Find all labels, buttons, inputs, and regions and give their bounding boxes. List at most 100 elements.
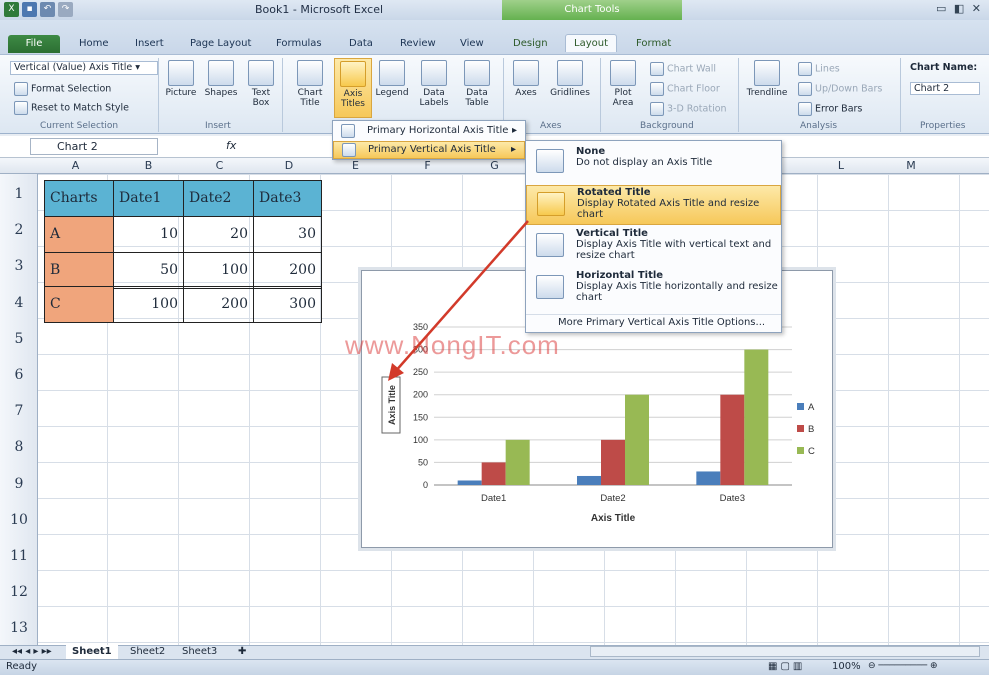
sheet-nav-icon[interactable]: ◂◂ ◂ ▸ ▸▸: [6, 645, 58, 659]
tab-insert[interactable]: Insert: [135, 38, 164, 49]
excel-icon[interactable]: X: [4, 2, 19, 17]
tab-layout[interactable]: Layout: [565, 34, 617, 52]
column-header[interactable]: M: [876, 159, 946, 172]
row-header[interactable]: 7: [0, 403, 38, 419]
tab-design[interactable]: Design: [513, 38, 548, 49]
tab-format[interactable]: Format: [636, 38, 671, 49]
plot-area-button[interactable]: Plot Area: [605, 60, 641, 108]
gridlines-button[interactable]: Gridlines: [547, 60, 593, 98]
table-cell[interactable]: 100: [113, 286, 184, 323]
sheet-tab-sheet2[interactable]: Sheet2: [124, 645, 171, 659]
column-header[interactable]: G: [462, 159, 527, 172]
sheet-tab-sheet1[interactable]: Sheet1: [66, 645, 118, 659]
data-table-button[interactable]: Data Table: [458, 60, 496, 108]
menu-item-more-options[interactable]: More Primary Vertical Axis Title Options…: [526, 314, 781, 330]
table-cell[interactable]: 20: [183, 216, 254, 253]
legend-swatch-b: [797, 425, 804, 432]
tab-file[interactable]: File: [8, 35, 60, 53]
table-header-cell[interactable]: Date2: [183, 180, 254, 217]
chart-title-button[interactable]: Chart Title: [292, 60, 328, 108]
row-header[interactable]: 6: [0, 367, 38, 383]
undo-icon[interactable]: ↶: [40, 2, 55, 17]
row-header[interactable]: 9: [0, 476, 38, 492]
insert-sheet-icon[interactable]: ✚: [232, 645, 252, 659]
format-selection-button[interactable]: Format Selection: [14, 82, 111, 96]
trendline-button[interactable]: Trendline: [744, 60, 790, 98]
table-row-label[interactable]: C: [44, 286, 114, 323]
row-header[interactable]: 4: [0, 295, 38, 311]
bar-a: [696, 471, 721, 485]
table-cell[interactable]: 200: [253, 252, 322, 289]
column-header[interactable]: C: [184, 159, 255, 172]
axes-button[interactable]: Axes: [510, 60, 542, 98]
column-header[interactable]: L: [806, 159, 876, 172]
column-header[interactable]: B: [113, 159, 184, 172]
horizontal-scrollbar[interactable]: [590, 646, 980, 657]
vertical-title-icon: [536, 233, 564, 257]
view-buttons[interactable]: ▦▢▥: [768, 661, 805, 672]
shapes-button[interactable]: Shapes: [203, 60, 239, 98]
table-cell[interactable]: 300: [253, 286, 322, 323]
row-header[interactable]: 1: [0, 186, 38, 202]
menu-item-horizontal-title[interactable]: Horizontal Title Display Axis Title hori…: [526, 269, 781, 309]
sheet-tab-sheet3[interactable]: Sheet3: [176, 645, 223, 659]
chart-wall-button[interactable]: Chart Wall: [650, 62, 716, 76]
updown-bars-button[interactable]: Up/Down Bars: [798, 82, 882, 96]
column-header[interactable]: F: [395, 159, 460, 172]
tab-home[interactable]: Home: [79, 38, 109, 49]
table-cell[interactable]: 100: [183, 252, 254, 289]
column-header[interactable]: D: [255, 159, 323, 172]
tab-data[interactable]: Data: [349, 38, 373, 49]
tab-formulas[interactable]: Formulas: [276, 38, 322, 49]
menu-item-none[interactable]: None Do not display an Axis Title: [526, 143, 781, 183]
chart-name-field[interactable]: Chart 2: [910, 82, 980, 95]
table-cell[interactable]: 200: [183, 286, 254, 323]
save-icon[interactable]: ▪: [22, 2, 37, 17]
picture-button[interactable]: Picture: [163, 60, 199, 98]
table-cell[interactable]: 30: [253, 216, 322, 253]
legend-button[interactable]: Legend: [374, 60, 410, 98]
window-controls[interactable]: ▭ ◧ ✕: [936, 2, 983, 15]
column-header[interactable]: E: [323, 159, 388, 172]
menu-item-vertical-title[interactable]: Vertical Title Display Axis Title with v…: [526, 227, 781, 267]
row-header[interactable]: 12: [0, 584, 38, 600]
updown-bars-icon: [798, 82, 812, 96]
fx-icon[interactable]: fx: [226, 139, 236, 152]
row-header[interactable]: 11: [0, 548, 38, 564]
table-header-cell[interactable]: Charts: [44, 180, 114, 217]
chart-floor-button[interactable]: Chart Floor: [650, 82, 720, 96]
title-bar: [0, 0, 989, 20]
tab-review[interactable]: Review: [400, 38, 436, 49]
zoom-slider[interactable]: ⊖ ───────── ⊕: [868, 661, 980, 672]
menu-item-primary-vertical-axis-title[interactable]: Primary Vertical Axis Title ▸: [333, 141, 525, 159]
table-row-label[interactable]: B: [44, 252, 114, 289]
row-header[interactable]: 10: [0, 512, 38, 528]
x-tick-label: Date2: [600, 493, 625, 504]
row-header[interactable]: 3: [0, 258, 38, 274]
error-bars-button[interactable]: Error Bars: [798, 102, 862, 116]
chart-element-dropdown[interactable]: Vertical (Value) Axis Title ▾: [10, 61, 158, 75]
reset-style-button[interactable]: Reset to Match Style: [14, 101, 129, 115]
text-box-button[interactable]: Text Box: [246, 60, 276, 108]
table-cell[interactable]: 10: [113, 216, 184, 253]
table-header-cell[interactable]: Date3: [253, 180, 322, 217]
lines-button[interactable]: Lines: [798, 62, 840, 76]
tab-page-layout[interactable]: Page Layout: [190, 38, 251, 49]
3d-rotation-button[interactable]: 3-D Rotation: [650, 102, 727, 116]
row-header[interactable]: 8: [0, 439, 38, 455]
row-header[interactable]: 5: [0, 331, 38, 347]
table-row-label[interactable]: A: [44, 216, 114, 253]
menu-item-primary-horizontal-axis-title[interactable]: Primary Horizontal Axis Title ▸: [333, 123, 525, 140]
menu-item-rotated-title[interactable]: Rotated Title Display Rotated Axis Title…: [526, 185, 781, 225]
row-header[interactable]: 13: [0, 620, 38, 636]
data-labels-button[interactable]: Data Labels: [415, 60, 453, 108]
axis-titles-button[interactable]: Axis Titles: [334, 58, 372, 118]
table-header-cell[interactable]: Date1: [113, 180, 184, 217]
column-header[interactable]: A: [38, 159, 113, 172]
row-header[interactable]: 2: [0, 222, 38, 238]
option-description: Do not display an Axis Title: [576, 157, 713, 168]
tab-view[interactable]: View: [460, 38, 484, 49]
name-box[interactable]: Chart 2: [30, 138, 158, 155]
table-cell[interactable]: 50: [113, 252, 184, 289]
redo-icon[interactable]: ↷: [58, 2, 73, 17]
